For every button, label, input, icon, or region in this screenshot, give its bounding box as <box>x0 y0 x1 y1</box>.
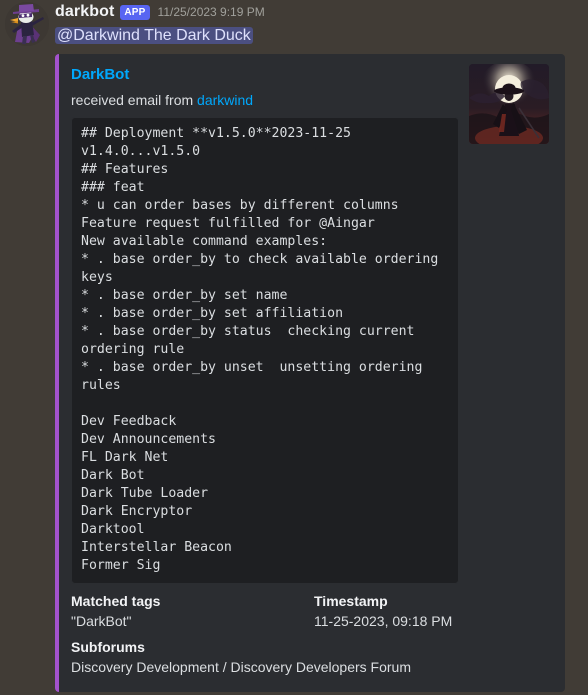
message-body: darkbot APP 11/25/2023 9:19 PM @Darkwind… <box>55 2 588 692</box>
rich-embed: DarkBot received email from darkwind ## … <box>55 54 565 692</box>
field-value: 11-25-2023, 09:18 PM <box>314 613 453 629</box>
avatar[interactable] <box>5 2 49 46</box>
field-name: Timestamp <box>314 593 388 609</box>
embed-description-text: received email from <box>71 92 198 108</box>
message-header: darkbot APP 11/25/2023 9:19 PM <box>55 2 578 24</box>
message-content: @Darkwind The Dark Duck <box>55 26 578 46</box>
embed-field-timestamp: Timestamp 11-25-2023, 09:18 PM <box>314 592 549 630</box>
caped-figure-moon-thumbnail-icon <box>469 64 549 144</box>
embed-description-link[interactable]: darkwind <box>197 92 253 108</box>
app-badge: APP <box>120 5 150 20</box>
embed-thumbnail[interactable] <box>469 64 549 144</box>
embed-main-column: DarkBot received email from darkwind ## … <box>71 64 459 584</box>
embed-description: received email from darkwind <box>71 91 459 109</box>
user-mention[interactable]: @Darkwind The Dark Duck <box>55 27 253 44</box>
embed-author[interactable]: DarkBot <box>71 64 459 86</box>
chat-message: darkbot APP 11/25/2023 9:19 PM @Darkwind… <box>0 0 588 695</box>
field-name: Subforums <box>71 639 145 655</box>
field-value: "DarkBot" <box>71 613 132 629</box>
darkwing-duck-avatar-icon <box>5 2 49 46</box>
embed-field-subforums: Subforums Discovery Development / Discov… <box>71 638 549 676</box>
message-timestamp: 11/25/2023 9:19 PM <box>157 5 265 19</box>
embed-field-matched-tags: Matched tags "DarkBot" <box>71 592 306 630</box>
embed-fields: Matched tags "DarkBot" Timestamp 11-25-2… <box>71 592 549 676</box>
author-name[interactable]: darkbot <box>55 2 114 22</box>
field-value: Discovery Development / Discovery Develo… <box>71 659 411 675</box>
embed-code-block: ## Deployment **v1.5.0**2023-11-25 v1.4.… <box>71 117 459 584</box>
field-name: Matched tags <box>71 593 161 609</box>
